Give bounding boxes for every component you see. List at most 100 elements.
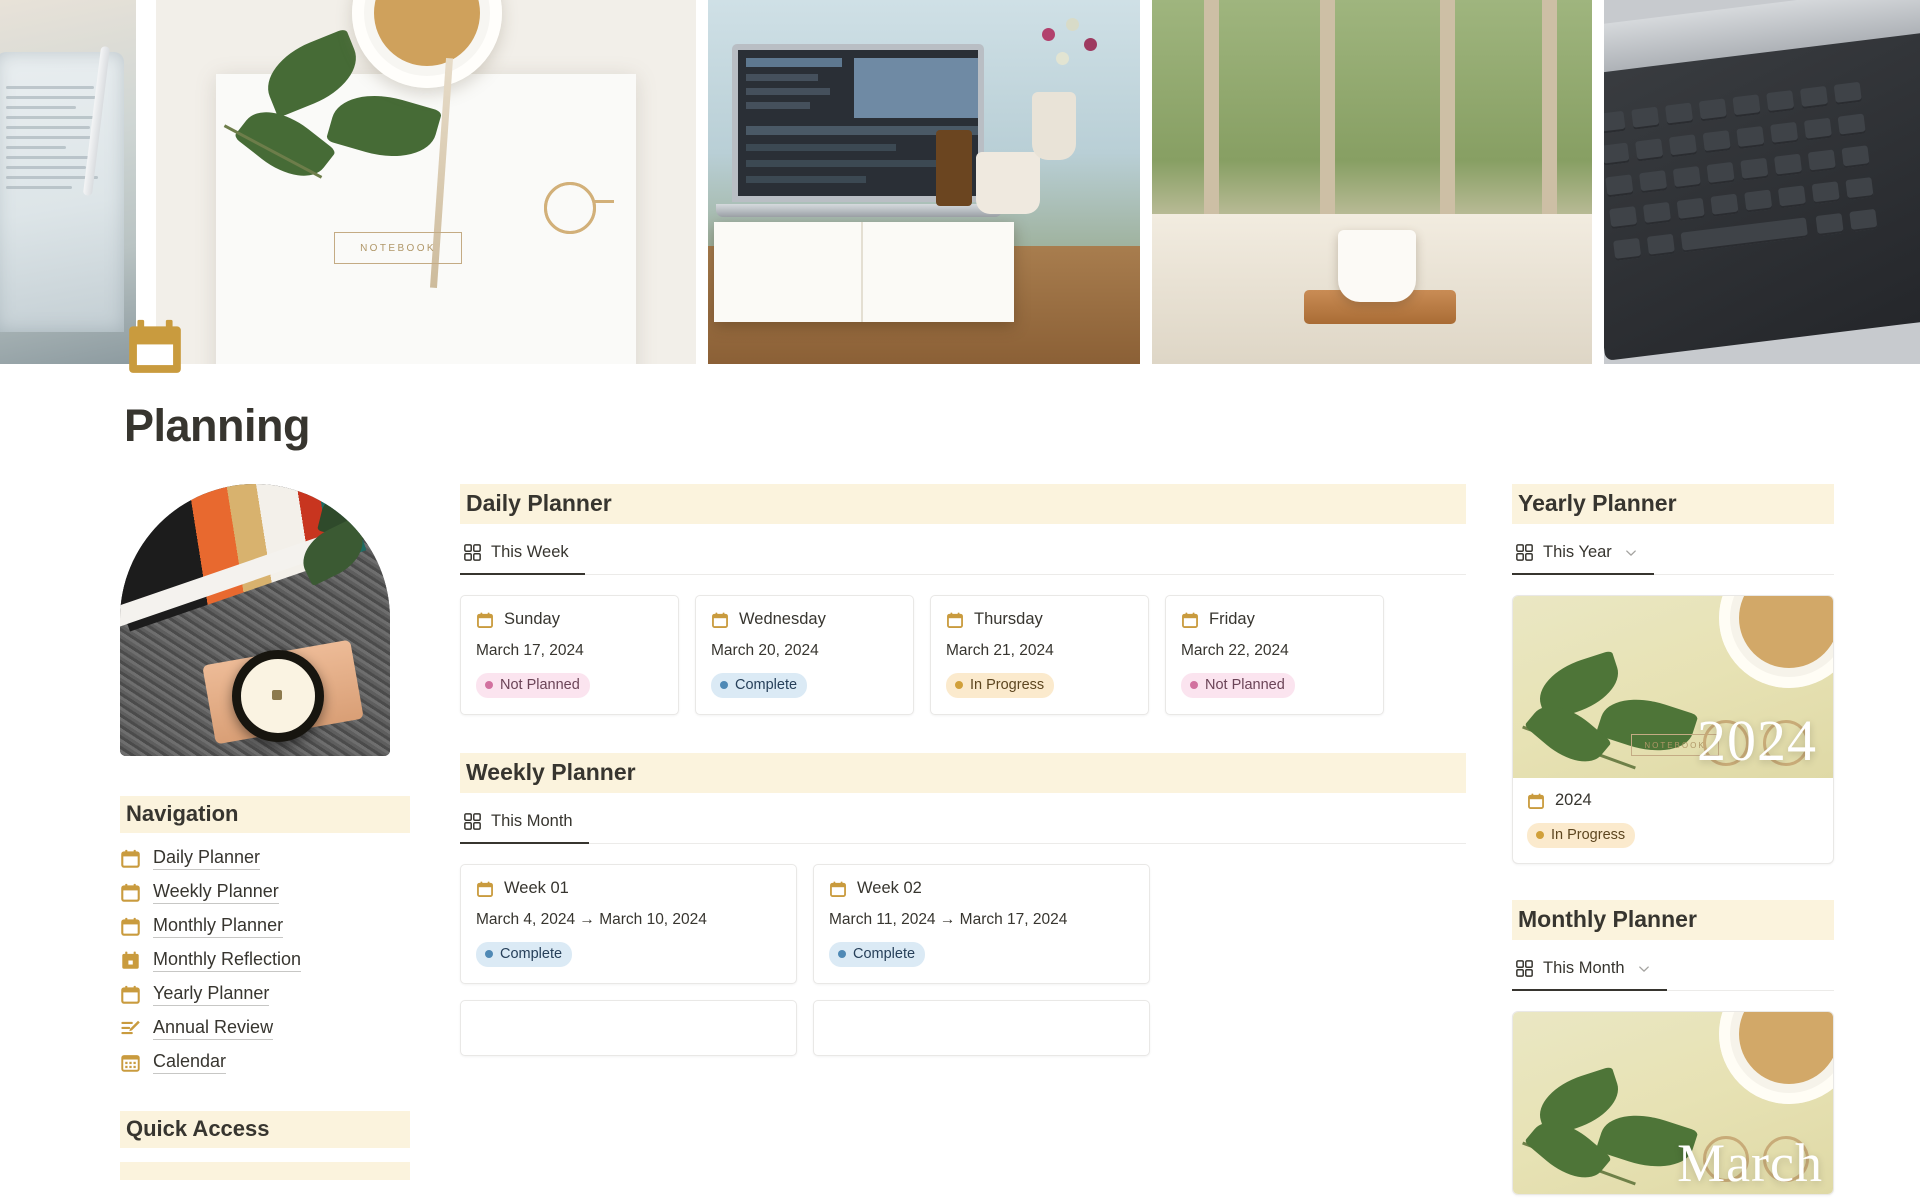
status-dot	[1536, 831, 1544, 840]
card-title-row: Week 01	[476, 879, 781, 898]
tab-label: This Week	[491, 543, 569, 561]
sidebar-item-calendar[interactable]: Calendar	[120, 1045, 410, 1079]
card-title: Sunday	[504, 610, 560, 628]
card-title-row: Thursday	[946, 610, 1133, 629]
quick-access-list[interactable]	[120, 1162, 410, 1180]
navigation-heading: Navigation	[120, 796, 410, 833]
week-card[interactable]	[460, 1000, 797, 1057]
calendar-icon	[947, 612, 963, 628]
sidebar-item-label: Daily Planner	[153, 847, 261, 870]
cover-photo-keyboard	[1604, 0, 1920, 364]
middle-column: Daily Planner This Week Sunday March 17,…	[410, 484, 1512, 1057]
year-card-body: 2024 In Progress	[1513, 778, 1833, 863]
card-title-row: Week 02	[829, 879, 1134, 898]
status-label: Not Planned	[1205, 677, 1285, 693]
tab-label: This Year	[1543, 543, 1612, 561]
day-card[interactable]: Sunday March 17, 2024 Not Planned	[460, 595, 679, 716]
card-date: March 20, 2024	[711, 642, 819, 659]
yearly-planner-heading: Yearly Planner	[1512, 484, 1834, 524]
day-card[interactable]: Friday March 22, 2024 Not Planned	[1165, 595, 1384, 716]
calendar-icon	[120, 984, 141, 1005]
status-badge: Not Planned	[1181, 673, 1295, 699]
sidebar-item-daily-planner[interactable]: Daily Planner	[120, 841, 410, 875]
week-card[interactable]: Week 01 March 4, 2024 → March 10, 2024 C…	[460, 864, 797, 985]
calendar-icon	[120, 882, 141, 903]
list-pencil-icon	[120, 1018, 141, 1039]
weekly-planner-heading: Weekly Planner	[460, 753, 1466, 794]
calendar-icon	[120, 916, 141, 937]
month-cover-label: March	[1677, 1133, 1823, 1194]
card-title-row: Wednesday	[711, 610, 898, 629]
tab-this-month[interactable]: This Month	[460, 804, 589, 845]
tab-label: This Month	[491, 812, 573, 831]
page-columns: Navigation Daily Planner Weekly Planner	[0, 484, 1920, 1196]
chevron-down-icon[interactable]	[1624, 546, 1638, 560]
chevron-down-icon[interactable]	[1637, 962, 1651, 976]
weekly-planner-tabbar: This Month	[460, 803, 1466, 845]
cover-photo-laptop-book	[708, 0, 1140, 364]
status-label: Complete	[853, 946, 916, 963]
status-badge: In Progress	[1527, 823, 1636, 849]
month-card[interactable]: March	[1512, 1011, 1834, 1196]
day-card[interactable]: Thursday March 21, 2024 In Progress	[930, 595, 1149, 716]
sidebar-item-annual-review[interactable]: Annual Review	[120, 1011, 410, 1045]
gallery-view-icon	[464, 813, 481, 831]
page-title: Planning	[124, 400, 311, 451]
right-column: Yearly Planner This Year NOTEBOOK 2024 2…	[1512, 484, 1834, 1196]
sidebar-item-yearly-planner[interactable]: Yearly Planner	[120, 977, 410, 1011]
card-title: Friday	[1209, 610, 1255, 628]
calendar-icon	[477, 881, 493, 897]
monthly-planner-heading: Monthly Planner	[1512, 900, 1834, 941]
card-title: Wednesday	[739, 610, 826, 628]
status-dot	[720, 681, 728, 690]
sidebar-item-monthly-reflection[interactable]: Monthly Reflection	[120, 943, 410, 977]
status-label: Complete	[735, 677, 798, 693]
tab-this-week[interactable]: This Week	[460, 535, 585, 575]
page-icon-calendar[interactable]	[124, 316, 186, 378]
sidebar-item-monthly-planner[interactable]: Monthly Planner	[120, 909, 410, 943]
sidebar-item-label: Yearly Planner	[153, 983, 270, 1006]
cover-banner[interactable]: NOTEBOOK	[0, 0, 1920, 364]
card-title-row: Friday	[1181, 610, 1368, 629]
calendar-solid-icon	[120, 950, 141, 971]
sidebar-item-label: Annual Review	[153, 1017, 274, 1040]
daily-planner-cards: Sunday March 17, 2024 Not Planned Wednes…	[460, 595, 1466, 716]
sidebar-item-weekly-planner[interactable]: Weekly Planner	[120, 875, 410, 909]
yearly-planner-tabbar: This Year	[1512, 534, 1834, 575]
tab-this-month-right[interactable]: This Month	[1512, 951, 1667, 992]
status-dot	[1190, 681, 1198, 690]
daily-planner-heading: Daily Planner	[460, 484, 1466, 524]
status-badge: Complete	[476, 942, 573, 968]
card-title: 2024	[1555, 791, 1592, 809]
status-label: In Progress	[970, 677, 1045, 693]
week-card[interactable]	[813, 1000, 1150, 1057]
card-date: March 22, 2024	[1181, 642, 1289, 659]
status-badge: Complete	[711, 673, 808, 699]
card-date: March 21, 2024	[946, 642, 1054, 659]
status-dot	[955, 681, 963, 690]
quick-access-heading: Quick Access	[120, 1111, 410, 1148]
monthly-planner-tabbar: This Month	[1512, 950, 1834, 992]
card-date: March 17, 2024	[476, 642, 584, 659]
calendar-icon	[830, 881, 846, 897]
gallery-view-icon	[1516, 544, 1533, 561]
card-title: Week 01	[504, 879, 569, 898]
card-date-range: March 4, 2024 → March 10, 2024	[476, 911, 707, 929]
sidebar-item-label: Calendar	[153, 1051, 227, 1074]
tab-this-year[interactable]: This Year	[1512, 535, 1654, 575]
cover-notebook-label: NOTEBOOK	[360, 242, 436, 254]
calendar-icon	[1528, 793, 1544, 809]
day-card[interactable]: Wednesday March 20, 2024 Complete	[695, 595, 914, 716]
card-title-row: 2024	[1527, 791, 1819, 810]
week-card[interactable]: Week 02 March 11, 2024 → March 17, 2024 …	[813, 864, 1150, 985]
card-title: Week 02	[857, 879, 922, 898]
status-badge: Not Planned	[476, 673, 590, 699]
card-title: Thursday	[974, 610, 1043, 628]
calendar-icon	[477, 612, 493, 628]
cover-photo-tablet	[0, 0, 136, 364]
status-dot	[485, 950, 493, 959]
card-date-range: March 11, 2024 → March 17, 2024	[829, 911, 1068, 929]
calendar-icon	[120, 848, 141, 869]
status-badge: In Progress	[946, 673, 1055, 699]
year-card[interactable]: NOTEBOOK 2024 2024 In Progress	[1512, 595, 1834, 865]
